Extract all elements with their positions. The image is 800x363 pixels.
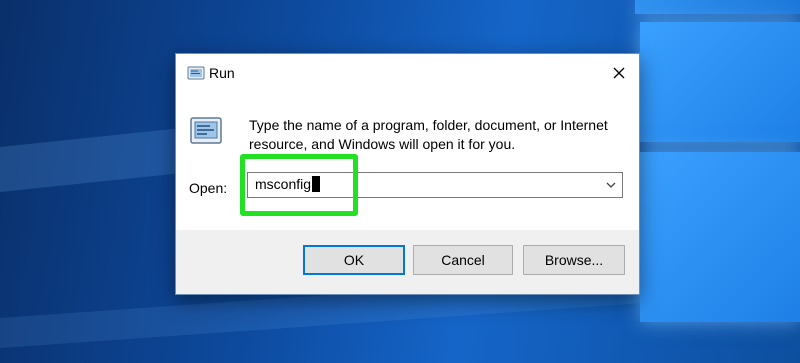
text-cursor xyxy=(312,176,321,192)
dialog-body: Type the name of a program, folder, docu… xyxy=(176,92,639,230)
close-button[interactable] xyxy=(604,60,634,86)
ok-button[interactable]: OK xyxy=(303,245,405,275)
open-input-value: msconfig xyxy=(255,176,312,192)
open-input[interactable]: msconfig xyxy=(255,176,321,192)
windows-logo-pane xyxy=(640,22,800,142)
dialog-footer: OK Cancel Browse... xyxy=(176,230,639,294)
windows-logo-pane xyxy=(640,152,800,322)
run-icon xyxy=(190,117,222,144)
chevron-down-icon[interactable] xyxy=(606,181,616,189)
open-label: Open: xyxy=(189,180,228,196)
open-combobox[interactable]: msconfig xyxy=(247,172,623,198)
dialog-description: Type the name of a program, folder, docu… xyxy=(249,117,608,152)
run-dialog: Run Type the name of a program, folder, … xyxy=(175,53,640,295)
browse-button[interactable]: Browse... xyxy=(523,245,625,275)
close-icon xyxy=(613,67,625,79)
windows-logo-pane xyxy=(635,0,800,14)
cancel-button[interactable]: Cancel xyxy=(413,245,513,275)
run-icon xyxy=(187,66,205,80)
title-bar[interactable]: Run xyxy=(176,54,639,92)
dialog-title: Run xyxy=(209,65,235,81)
